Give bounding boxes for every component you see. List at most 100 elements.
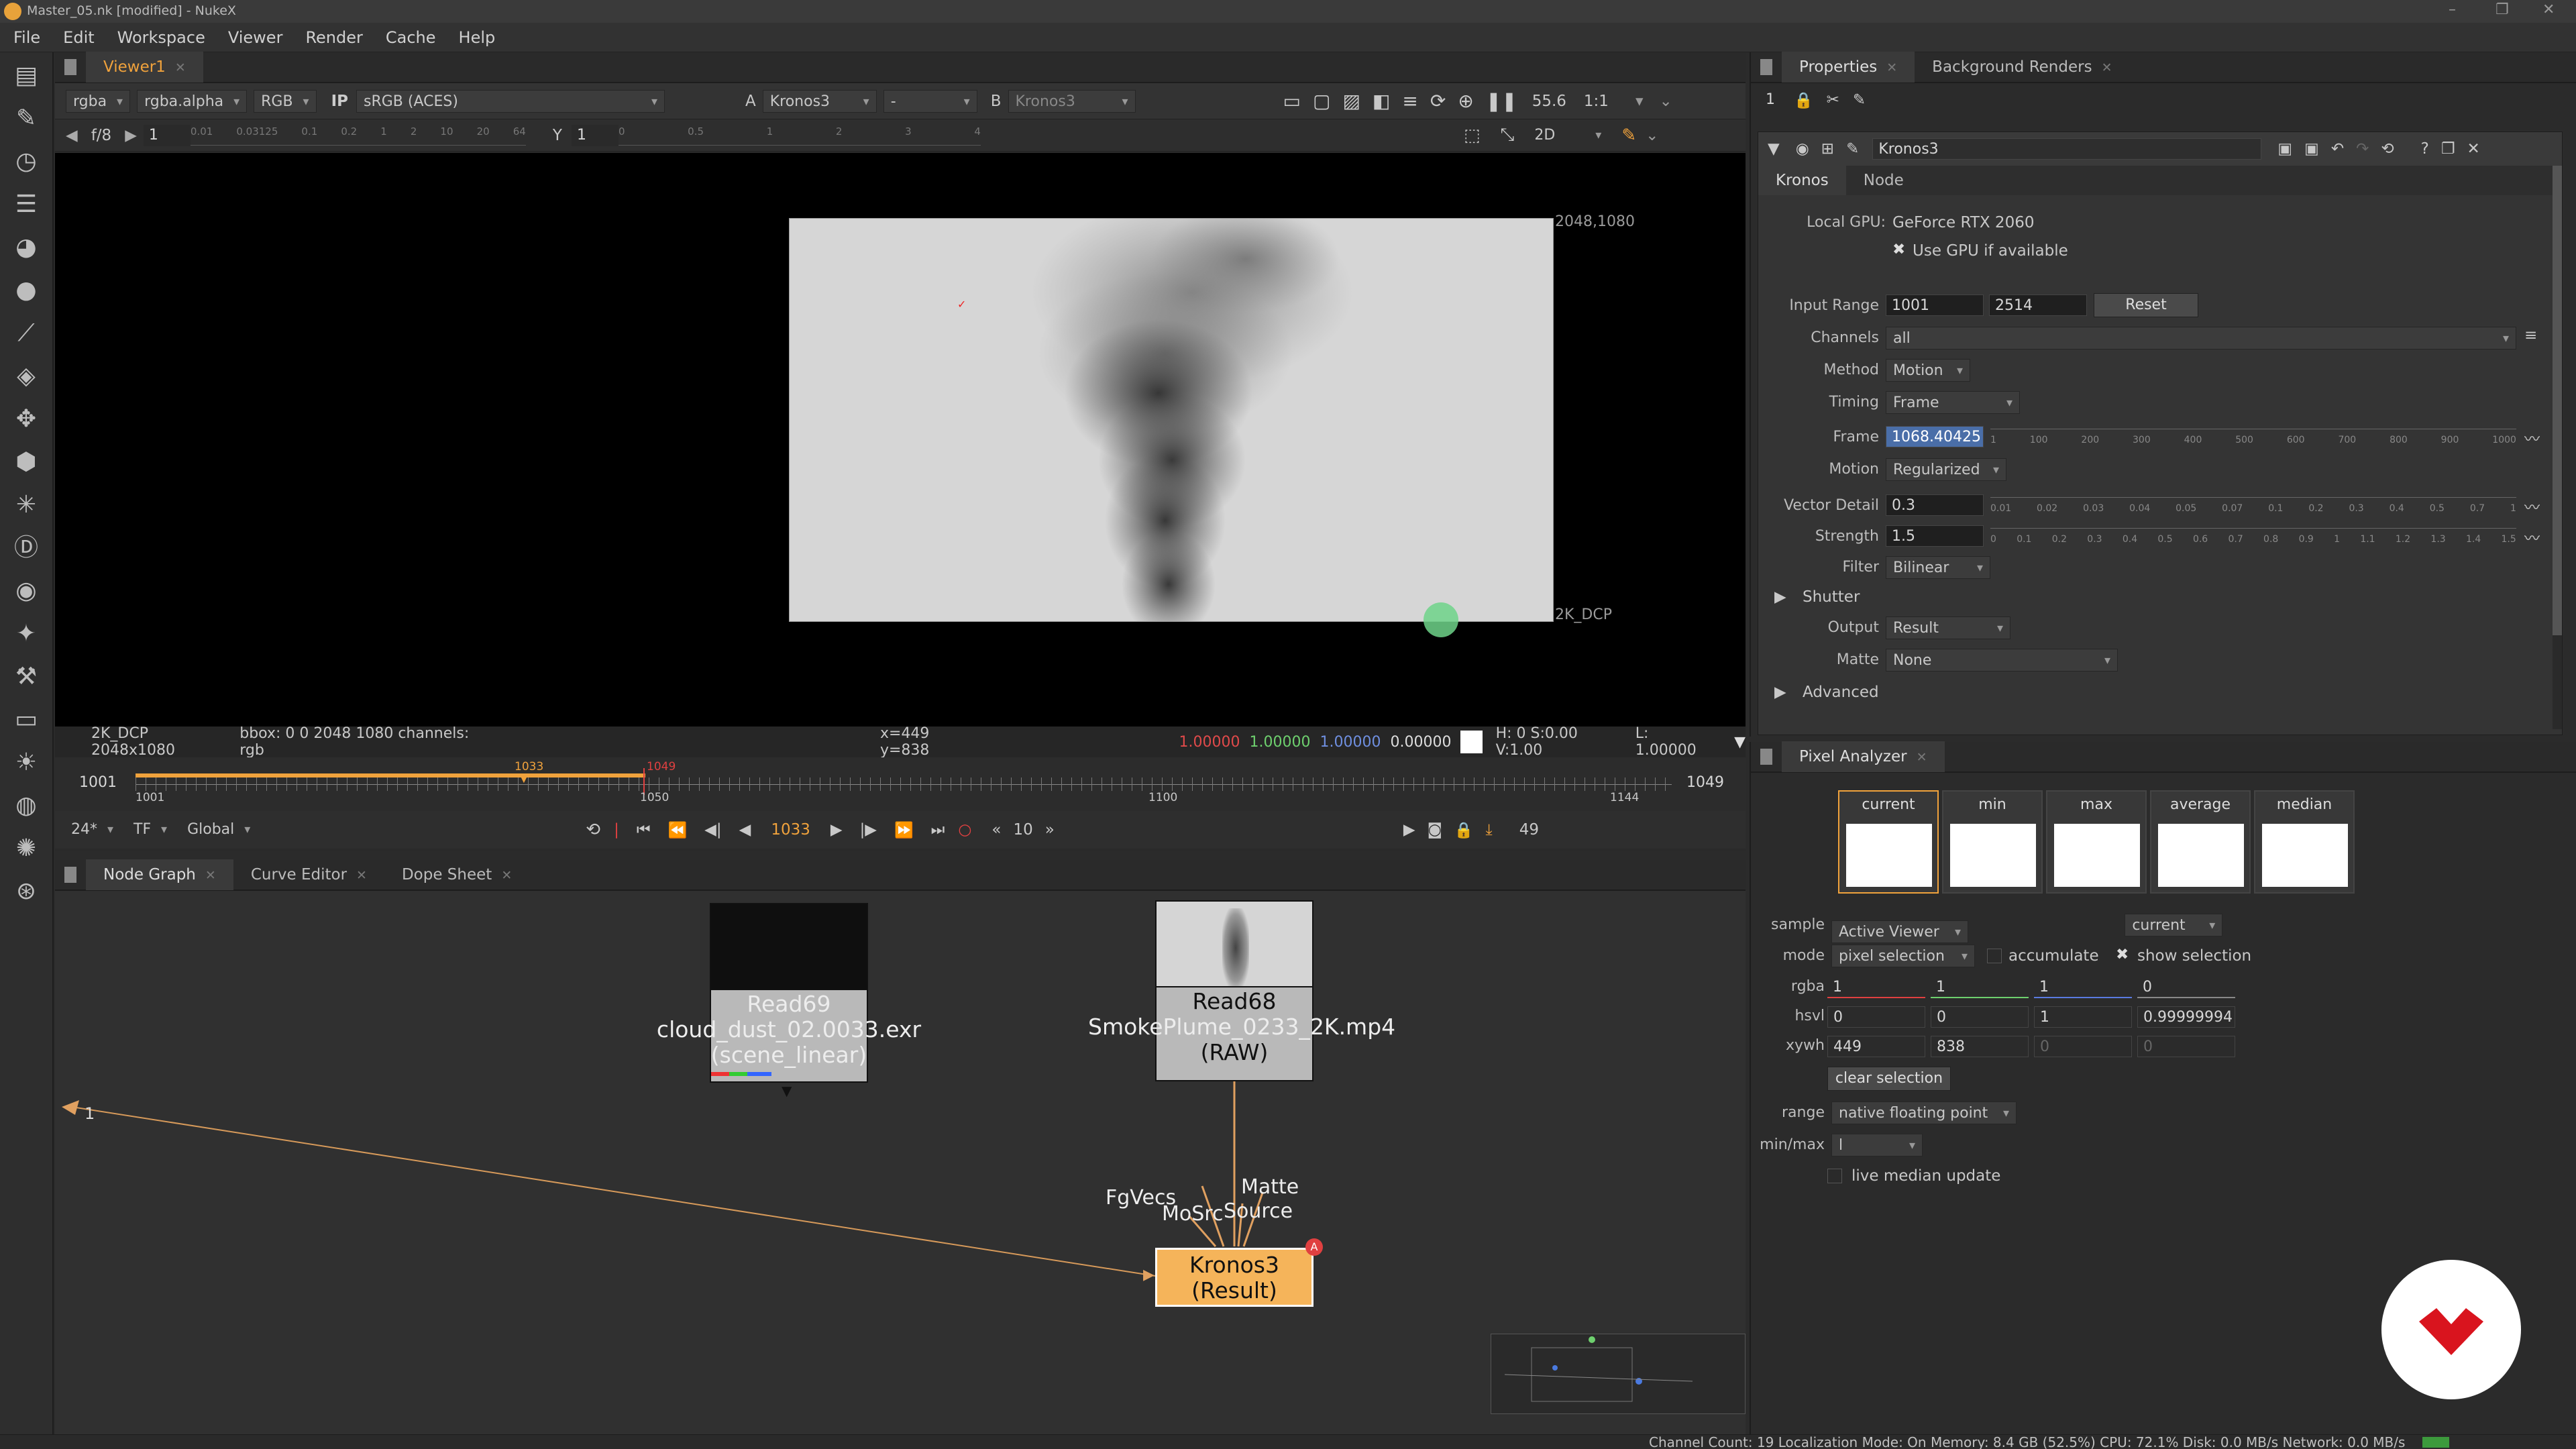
- other-tool-icon[interactable]: ▭: [9, 703, 43, 737]
- ocio-tool-icon[interactable]: ◍: [9, 789, 43, 822]
- strength-animation-icon[interactable]: 〰: [2524, 525, 2540, 548]
- channels-link-icon[interactable]: ≡: [2524, 327, 2537, 344]
- frame-field[interactable]: 1068.40425: [1886, 426, 1984, 447]
- timing-dropdown[interactable]: Frame: [1886, 391, 2020, 415]
- panel-menu-icon[interactable]: [1760, 59, 1772, 75]
- xywh-y[interactable]: 838: [1931, 1036, 2029, 1057]
- view-mode-dropdown[interactable]: 2D: [1527, 124, 1608, 147]
- close-tab-icon[interactable]: ✕: [205, 868, 216, 883]
- lock-icon[interactable]: 🔒: [1454, 821, 1474, 839]
- close-tab-icon[interactable]: ✕: [1886, 60, 1897, 75]
- last-frame-icon[interactable]: ⏭: [931, 821, 945, 839]
- timeline-scrubber[interactable]: 1033 ▼ 1049 1001 1050 1100 1144: [136, 760, 1699, 804]
- float-icon[interactable]: ❐: [2441, 140, 2455, 158]
- float-panel-icon[interactable]: ✎: [1853, 91, 1866, 109]
- live-median-checkbox[interactable]: [1827, 1169, 1842, 1183]
- update-icon[interactable]: ⊕: [1458, 90, 1473, 112]
- vector-detail-field[interactable]: 0.3: [1886, 494, 1984, 516]
- help-icon[interactable]: ?: [2421, 140, 2429, 158]
- node-graph-minimap[interactable]: [1491, 1334, 1746, 1414]
- refresh-icon[interactable]: ⟳: [1430, 90, 1446, 112]
- roi-select-icon[interactable]: ⬚: [1464, 125, 1481, 146]
- play-forward-icon[interactable]: ▶: [830, 821, 843, 839]
- advanced-expand-icon[interactable]: ▶: [1774, 684, 1786, 701]
- metadata-tool-icon[interactable]: ✦: [9, 617, 43, 651]
- output-icon[interactable]: ▣: [2304, 140, 2319, 158]
- current-frame-field[interactable]: 1033: [771, 821, 810, 839]
- channels-dropdown[interactable]: all: [1886, 327, 2516, 350]
- timeline-end[interactable]: 1049: [1672, 772, 1739, 794]
- swatch-max[interactable]: max: [2046, 790, 2147, 894]
- xywh-x[interactable]: 449: [1827, 1036, 1925, 1057]
- keyer-tool-icon[interactable]: ⟋: [9, 317, 43, 350]
- wipe-op-dropdown[interactable]: -: [883, 89, 977, 113]
- undo-icon[interactable]: ↶: [2331, 140, 2344, 158]
- pin-icon[interactable]: ✎: [1846, 140, 1859, 158]
- close-tab-icon[interactable]: ✕: [501, 868, 512, 883]
- fps-dropdown[interactable]: 24*: [64, 818, 120, 841]
- first-frame-icon[interactable]: ⏮: [637, 821, 651, 839]
- furnace-tool-icon[interactable]: ☀: [9, 746, 43, 780]
- tab-background-renders[interactable]: Background Renders ✕: [1915, 52, 2129, 83]
- tab-viewer1[interactable]: Viewer1 ✕: [86, 52, 203, 83]
- display-channels-dropdown[interactable]: RGB: [254, 89, 317, 113]
- matte-dropdown[interactable]: None: [1886, 649, 2118, 672]
- paint-brush-icon[interactable]: ✎: [1621, 125, 1636, 146]
- use-gpu-checkbox[interactable]: ✖: [1892, 241, 1905, 258]
- filter-tool-icon[interactable]: ●: [9, 274, 43, 307]
- gamma-field[interactable]: 1: [571, 124, 619, 146]
- fstop-readout[interactable]: f/8: [91, 127, 111, 144]
- toolsets-icon[interactable]: ⚒: [9, 660, 43, 694]
- zoom-readout[interactable]: 55.6: [1532, 93, 1566, 110]
- rgba-r[interactable]: 1: [1827, 977, 1925, 998]
- xywh-h[interactable]: 0: [2137, 1036, 2235, 1057]
- swatch-average[interactable]: average: [2150, 790, 2251, 894]
- input-b-dropdown[interactable]: Kronos3: [1008, 89, 1136, 113]
- menu-viewer[interactable]: Viewer: [228, 28, 283, 47]
- prev-frame-icon[interactable]: ◀|: [704, 821, 721, 839]
- filter-dropdown[interactable]: Bilinear: [1886, 556, 1990, 580]
- vector-detail-animation-icon[interactable]: 〰: [2524, 494, 2540, 517]
- shutter-expand-icon[interactable]: ▶: [1774, 588, 1786, 606]
- proxy-chevron-icon[interactable]: ▾: [1635, 93, 1644, 110]
- input-range-end[interactable]: 2514: [1989, 294, 2087, 316]
- hsvl-l[interactable]: 0.99999994: [2137, 1006, 2235, 1028]
- capture-icon[interactable]: ◙: [1428, 821, 1442, 839]
- tab-node-graph[interactable]: Node Graph ✕: [86, 859, 233, 890]
- global-dropdown[interactable]: Global: [180, 818, 257, 841]
- cara-vr-tool-icon[interactable]: ✺: [9, 832, 43, 865]
- rgba-a[interactable]: 0: [2137, 977, 2235, 998]
- tf-dropdown[interactable]: TF: [127, 818, 174, 841]
- frame-slider[interactable]: 1 100 200 300 400 500 600 700 800 900 10…: [1990, 429, 2516, 450]
- method-dropdown[interactable]: Motion: [1886, 359, 1970, 382]
- panel-menu-icon[interactable]: [64, 59, 76, 75]
- gain-field[interactable]: 1: [143, 124, 191, 146]
- show-selection-checkbox[interactable]: ✖: [2116, 946, 2129, 963]
- input-a-dropdown[interactable]: Kronos3: [762, 89, 877, 113]
- particles-tool-icon[interactable]: ✳: [9, 488, 43, 522]
- brush-menu-icon[interactable]: ⌄: [1646, 127, 1658, 144]
- draw-tool-icon[interactable]: ✎: [9, 102, 43, 136]
- node-name-field[interactable]: Kronos3: [1872, 138, 2262, 160]
- menu-edit[interactable]: Edit: [63, 28, 94, 47]
- tab-dope-sheet[interactable]: Dope Sheet ✕: [384, 859, 529, 890]
- clear-panels-icon[interactable]: ✂: [1827, 91, 1839, 109]
- checker-icon[interactable]: ▨: [1342, 90, 1360, 112]
- view-node-icon[interactable]: ◉: [1796, 140, 1809, 158]
- info-menu-icon[interactable]: ▼: [1734, 734, 1746, 751]
- close-tab-icon[interactable]: ✕: [2102, 60, 2112, 75]
- render-icon[interactable]: ⤓: [1486, 821, 1493, 839]
- minimize-icon[interactable]: –: [2449, 1, 2456, 18]
- transform-tool-icon[interactable]: ✥: [9, 402, 43, 436]
- hsvl-v[interactable]: 1: [2034, 1006, 2132, 1028]
- center-node-icon[interactable]: ⊞: [1821, 140, 1834, 158]
- channels-dropdown[interactable]: rgba: [66, 89, 131, 113]
- timeline-start[interactable]: 1001: [64, 772, 131, 794]
- redo-icon[interactable]: ↷: [2356, 140, 2369, 158]
- sample-dropdown[interactable]: Active Viewer: [1831, 920, 1968, 944]
- dither-icon[interactable]: ≡: [1402, 90, 1417, 112]
- motion-dropdown[interactable]: Regularized: [1886, 458, 2006, 482]
- out-point-icon[interactable]: ○: [958, 821, 971, 839]
- lock-panel-icon[interactable]: 🔒: [1794, 91, 1813, 109]
- strength-slider[interactable]: 0 0.1 0.2 0.3 0.4 0.5 0.6 0.7 0.8 0.9 1 …: [1990, 528, 2516, 549]
